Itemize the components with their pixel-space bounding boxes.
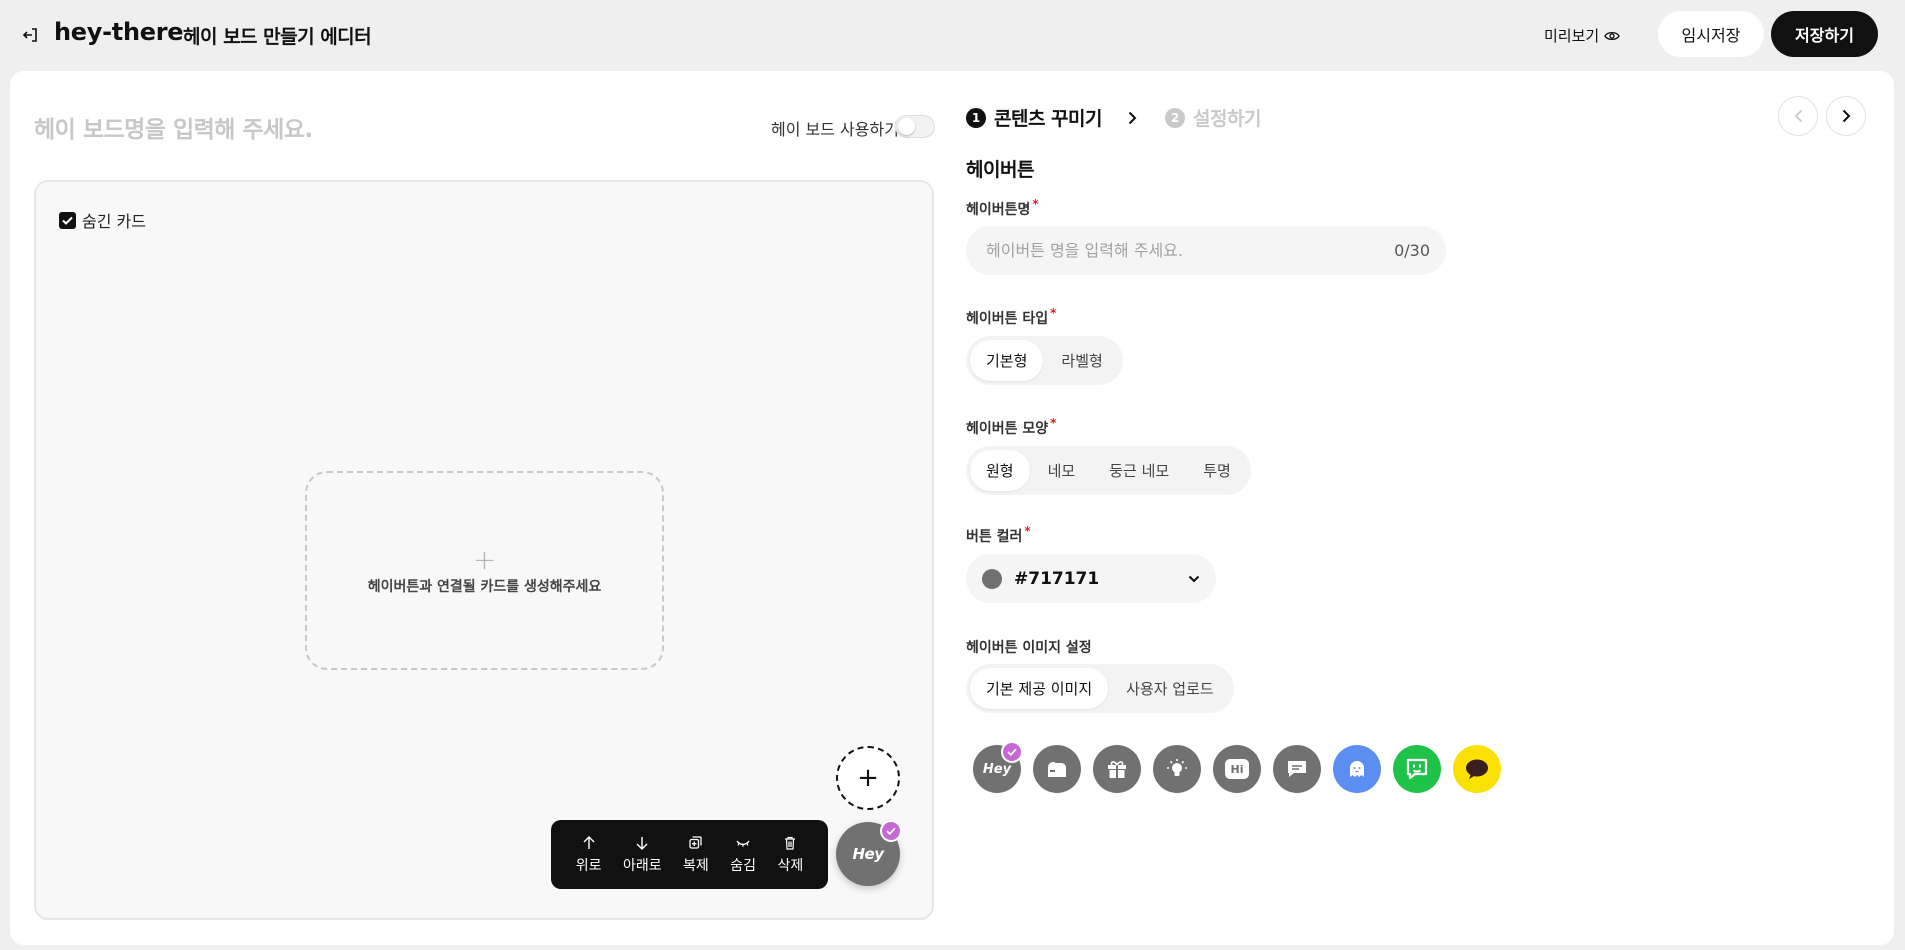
hey-word: Hey — [852, 845, 884, 863]
label-text: 버튼 컬러 — [966, 529, 1023, 545]
chevron-down-icon — [1188, 575, 1200, 582]
save-button[interactable]: 저장하기 — [1771, 11, 1878, 57]
checkbox-checked-icon — [59, 211, 76, 229]
label-text: 헤이버튼명 — [966, 202, 1031, 218]
board-use-toggle[interactable] — [895, 115, 935, 138]
kakao-talk-icon[interactable] — [1453, 745, 1501, 793]
type-segmented: 기본형 라벨형 — [966, 336, 1123, 385]
check-badge-icon — [880, 820, 902, 842]
color-value: #717171 — [1014, 568, 1100, 589]
step-indicator: 1 콘텐츠 꾸미기 2 설정하기 — [966, 104, 1261, 131]
add-button[interactable]: + — [836, 746, 900, 810]
shape-option-square[interactable]: 네모 — [1032, 450, 1092, 491]
step-number: 2 — [1165, 107, 1185, 128]
hey-text-icon[interactable]: Hey — [973, 741, 1023, 793]
image-field-label: 헤이버튼 이미지 설정 — [966, 637, 1092, 657]
tool-label: 숨김 — [730, 857, 757, 874]
required-mark: * — [1024, 524, 1031, 538]
move-up-button[interactable]: 위로 — [575, 835, 602, 875]
icon-preset-list: Hey Hi — [973, 741, 1501, 793]
icon-text: Hi — [1230, 762, 1244, 776]
shape-option-circle[interactable]: 원형 — [970, 450, 1030, 491]
plus-icon: + — [472, 542, 497, 576]
duplicate-icon — [689, 835, 703, 851]
chat-bubble-icon[interactable] — [1273, 745, 1321, 793]
chevron-left-icon — [1794, 109, 1802, 123]
prev-step-button[interactable] — [1778, 96, 1818, 136]
gift-icon[interactable] — [1093, 745, 1141, 793]
brand-logo[interactable]: hey-there — [54, 18, 184, 46]
required-mark: * — [1050, 416, 1057, 430]
tool-label: 위로 — [575, 857, 602, 874]
card-toolbar: 위로 아래로 복제 숨김 삭제 — [551, 820, 828, 889]
type-field-label: 헤이버튼 타입 * — [966, 306, 1057, 328]
hey-button-name-input[interactable] — [986, 241, 1366, 260]
name-field-label: 헤이버튼명 * — [966, 197, 1039, 219]
arrow-down-icon — [636, 835, 648, 851]
app-header: hey-there 헤이 보드 만들기 에디터 미리보기 임시저장 저장하기 — [0, 0, 1905, 71]
arrow-up-icon — [583, 835, 595, 851]
board-name-input[interactable]: 헤이 보드명을 입력해 주세요. — [34, 110, 313, 144]
delete-button[interactable]: 삭제 — [777, 835, 803, 875]
scrollbar[interactable] — [1894, 71, 1905, 945]
tool-label: 삭제 — [777, 857, 804, 874]
step-number: 1 — [966, 107, 986, 128]
image-option-upload[interactable]: 사용자 업로드 — [1110, 668, 1230, 709]
shape-option-transparent[interactable]: 투명 — [1187, 450, 1247, 491]
ghost-icon[interactable] — [1333, 745, 1381, 793]
color-select[interactable]: #717171 — [966, 554, 1216, 603]
chevron-right-icon — [1842, 109, 1850, 123]
lightbulb-icon[interactable] — [1153, 745, 1201, 793]
board-use-label: 헤이 보드 사용하기 — [771, 120, 899, 139]
toggle-knob — [898, 118, 915, 135]
name-input-wrapper: 0/30 — [966, 226, 1446, 275]
shape-option-rounded[interactable]: 둥근 네모 — [1093, 450, 1185, 491]
image-option-default[interactable]: 기본 제공 이미지 — [970, 668, 1109, 709]
hide-button[interactable]: 숨김 — [730, 835, 756, 875]
hidden-card-label: 숨긴 카드 — [82, 212, 146, 231]
image-segmented: 기본 제공 이미지 사용자 업로드 — [966, 664, 1234, 713]
chevron-right-icon — [1128, 111, 1137, 125]
type-option-label[interactable]: 라벨형 — [1045, 340, 1118, 381]
eye-icon — [1604, 31, 1620, 40]
section-title: 헤이버튼 — [966, 159, 1034, 181]
char-counter: 0/30 — [1394, 241, 1430, 260]
move-down-button[interactable]: 아래로 — [623, 835, 662, 875]
icon-text: Hey — [982, 761, 1012, 777]
label-text: 헤이버튼 이미지 설정 — [966, 640, 1092, 656]
line-talk-icon[interactable] — [1393, 745, 1441, 793]
plus-icon: + — [857, 763, 879, 793]
tool-label: 아래로 — [622, 857, 662, 874]
required-mark: * — [1032, 197, 1039, 211]
hide-icon — [736, 835, 750, 851]
temp-save-button[interactable]: 임시저장 — [1658, 11, 1764, 57]
step-settings[interactable]: 설정하기 — [1193, 104, 1261, 131]
check-badge-icon — [1001, 741, 1023, 763]
add-card-text: 헤이버튼과 연결될 카드를 생성해주세요 — [367, 578, 602, 595]
hey-button-preview[interactable]: Hey — [836, 820, 902, 886]
trash-icon — [784, 835, 796, 851]
required-mark: * — [1050, 306, 1057, 320]
shape-segmented: 원형 네모 둥근 네모 투명 — [966, 446, 1251, 495]
color-swatch — [982, 568, 1002, 589]
add-card-area[interactable]: + 헤이버튼과 연결될 카드를 생성해주세요 — [305, 471, 664, 670]
label-text: 헤이버튼 모양 — [966, 421, 1049, 437]
preview-button[interactable]: 미리보기 — [1544, 25, 1620, 46]
next-step-button[interactable] — [1826, 96, 1866, 136]
duplicate-button[interactable]: 복제 — [683, 835, 709, 875]
type-option-basic[interactable]: 기본형 — [970, 340, 1044, 381]
page-title: 헤이 보드 만들기 에디터 — [183, 26, 372, 48]
label-text: 헤이버튼 타입 — [966, 311, 1049, 327]
mailbox-icon[interactable] — [1033, 745, 1081, 793]
color-field-label: 버튼 컬러 * — [966, 524, 1031, 546]
exit-icon[interactable] — [22, 26, 40, 44]
hi-bubble-icon[interactable]: Hi — [1213, 745, 1261, 793]
hidden-card-checkbox[interactable]: 숨긴 카드 — [59, 208, 146, 232]
shape-field-label: 헤이버튼 모양 * — [966, 416, 1057, 438]
step-content-design[interactable]: 콘텐츠 꾸미기 — [994, 104, 1103, 131]
tool-label: 복제 — [683, 857, 709, 874]
preview-label: 미리보기 — [1544, 27, 1600, 45]
